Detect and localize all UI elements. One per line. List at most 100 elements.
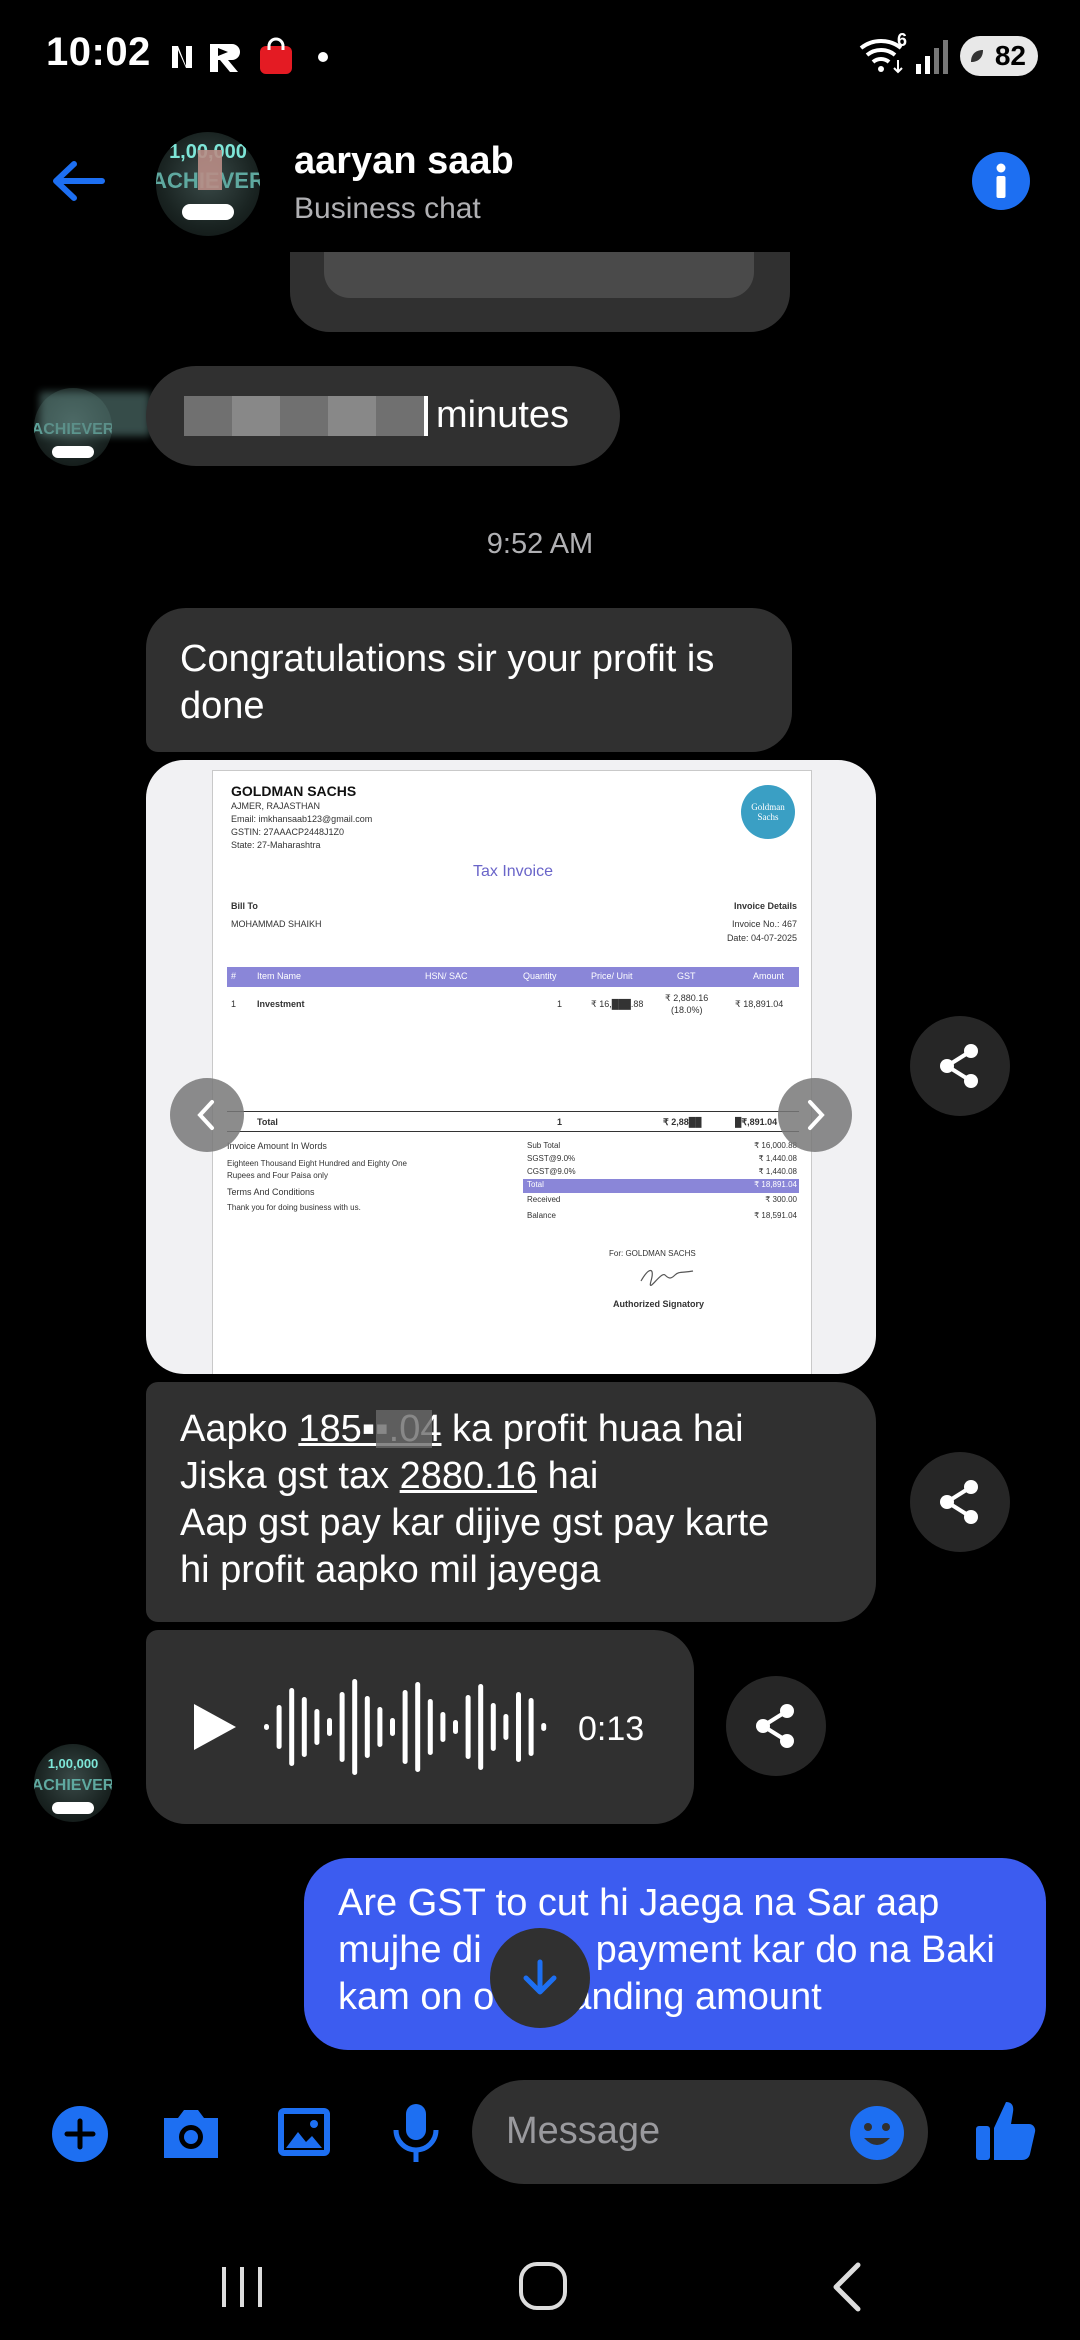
waveform-bar	[390, 1718, 395, 1736]
total-amount: █₹,891.04	[735, 1117, 778, 1127]
col-header: Quantity	[523, 971, 557, 981]
carousel-next-button[interactable]	[778, 1078, 852, 1152]
microphone-icon[interactable]	[386, 2100, 446, 2166]
message-bubble-profit[interactable]: Aapko 185▪▪.04 ka profit huaa hai Jiska …	[146, 1382, 876, 1622]
waveform-bar	[352, 1679, 358, 1775]
chat-screen: 10:02 6 82 aaryan saab Business chat min…	[0, 0, 1080, 2340]
recent-apps-icon[interactable]	[216, 2263, 270, 2311]
redacted-cursor	[424, 396, 428, 436]
invoice-number: Invoice No.: 467	[731, 919, 797, 929]
contact-avatar[interactable]: 1,00,000 ACHIEVER	[156, 132, 260, 236]
camera-icon[interactable]	[156, 2104, 226, 2164]
row-number: 1	[231, 999, 237, 1009]
info-icon	[996, 163, 1006, 198]
home-icon[interactable]	[516, 2259, 574, 2317]
svg-text:ACHIEVER: ACHIEVER	[34, 1777, 112, 1794]
row-gst: ₹ 2,880.16	[665, 993, 709, 1003]
svg-text:1,00,000: 1,00,000	[48, 1756, 99, 1771]
signal-icon	[916, 40, 948, 74]
message-timestamp: 9:52 AM	[486, 528, 594, 560]
summary-label: Balance	[527, 1211, 556, 1220]
gst-amount-link[interactable]: 2880.16	[400, 1455, 537, 1497]
message-bubble-minutes[interactable]: minutes	[146, 366, 620, 466]
waveform-bar	[276, 1705, 282, 1749]
col-header: #	[231, 971, 237, 981]
add-button[interactable]	[52, 2106, 108, 2162]
back-arrow-icon[interactable]	[48, 156, 108, 206]
terms-label: Terms And Conditions	[227, 1187, 315, 1197]
summary-value: ₹ 300.00	[765, 1195, 797, 1204]
total-divider	[227, 1111, 799, 1112]
redacted-text-block	[184, 396, 424, 436]
chat-type-label: Business chat	[294, 192, 481, 225]
summary-label: SGST@9.0%	[527, 1154, 576, 1163]
emoji-icon[interactable]	[848, 2104, 906, 2162]
waveform-bar	[289, 1688, 295, 1766]
plus-icon	[64, 2118, 96, 2150]
summary-label: Received	[527, 1195, 561, 1204]
invoice-email: Email: imkhansaab123@gmail.com	[231, 814, 373, 824]
summary-value: ₹ 1,440.08	[758, 1154, 797, 1163]
col-header: GST	[677, 971, 696, 981]
invoice-date: Date: 04-07-2025	[726, 933, 797, 943]
share-icon	[756, 1704, 794, 1748]
message-input[interactable]: Message	[472, 2080, 928, 2184]
waveform-bar	[453, 1720, 458, 1734]
message-text: Congratulations sir your profit is done	[180, 638, 715, 727]
total-qty: 1	[557, 1117, 563, 1127]
contact-name[interactable]: aaryan saab	[294, 140, 514, 183]
waveform-bar	[465, 1695, 471, 1759]
netflix-notification-icon	[172, 46, 192, 68]
battery-saver-icon	[971, 50, 983, 62]
waveform-bar	[402, 1690, 408, 1764]
message-bubble-congrats[interactable]: Congratulations sir your profit is done	[146, 608, 792, 752]
invoice-company: GOLDMAN SACHS	[231, 783, 357, 799]
total-label: Total	[257, 1117, 278, 1127]
amount-in-words: Eighteen Thousand Eight Hundred and Eigh…	[227, 1159, 407, 1168]
scroll-to-bottom-button[interactable]	[490, 1928, 590, 2028]
waveform-bar	[440, 1712, 446, 1742]
waveform-bar	[516, 1692, 521, 1762]
share-button[interactable]	[910, 1016, 1010, 1116]
arrow-down-icon	[523, 1959, 557, 1995]
row-item: Investment	[257, 999, 305, 1009]
chevron-right-icon	[808, 1100, 825, 1130]
share-button[interactable]	[726, 1676, 826, 1776]
row-qty: 1	[557, 999, 563, 1009]
amount-in-words-label: Invoice Amount In Words	[227, 1141, 327, 1151]
outgoing-message-bubble[interactable]: Are GST to cut hi Jaega na Sar aap mujhe…	[304, 1858, 1046, 2050]
invoice-image-attachment[interactable]: GOLDMAN SACHS AJMER, RAJASTHAN Email: im…	[146, 760, 876, 1374]
voice-message-bubble[interactable]: 0:13	[146, 1630, 694, 1824]
waveform-bar	[478, 1684, 484, 1770]
invoice-document: GOLDMAN SACHS AJMER, RAJASTHAN Email: im…	[212, 770, 812, 1374]
col-header: Item Name	[257, 971, 302, 981]
bill-to-label: Bill To	[231, 901, 258, 911]
invoice-title: Tax Invoice	[472, 863, 554, 880]
customer-name: MOHAMMAD SHAIKH	[231, 919, 322, 929]
voice-waveform[interactable]	[258, 1672, 558, 1782]
play-icon[interactable]	[188, 1700, 240, 1754]
message-text: hi profit aapko mil jayega	[180, 1549, 601, 1591]
carousel-prev-button[interactable]	[170, 1078, 244, 1152]
summary-value: ₹ 1,440.08	[758, 1167, 797, 1176]
info-button[interactable]	[972, 152, 1030, 210]
sender-avatar[interactable]: 1,00,000 ACHIEVER	[34, 1744, 112, 1822]
back-icon[interactable]	[824, 2259, 870, 2315]
share-icon	[940, 1044, 978, 1088]
invoice-city: AJMER, RAJASTHAN	[231, 801, 321, 811]
network-type-label: 6	[897, 30, 908, 50]
more-notifications-dot	[318, 52, 328, 62]
share-button[interactable]	[910, 1452, 1010, 1552]
voice-duration: 0:13	[578, 1710, 645, 1748]
message-text: Aap gst pay kar dijiye gst pay karte	[180, 1502, 770, 1544]
invoice-details-label: Invoice Details	[733, 901, 797, 911]
thumbs-up-icon[interactable]	[972, 2098, 1038, 2164]
total-gst: ₹ 2,88██	[663, 1117, 702, 1127]
summary-label: Total	[527, 1180, 544, 1189]
row-amount: ₹ 18,891.04	[735, 999, 784, 1009]
gallery-icon[interactable]	[274, 2102, 334, 2162]
message-text: mujhe di payment kar do na Baki	[338, 1929, 995, 1971]
col-header: Amount	[753, 971, 785, 981]
waveform-bar	[264, 1724, 269, 1730]
authorized-signatory: Authorized Signatory	[613, 1299, 705, 1309]
